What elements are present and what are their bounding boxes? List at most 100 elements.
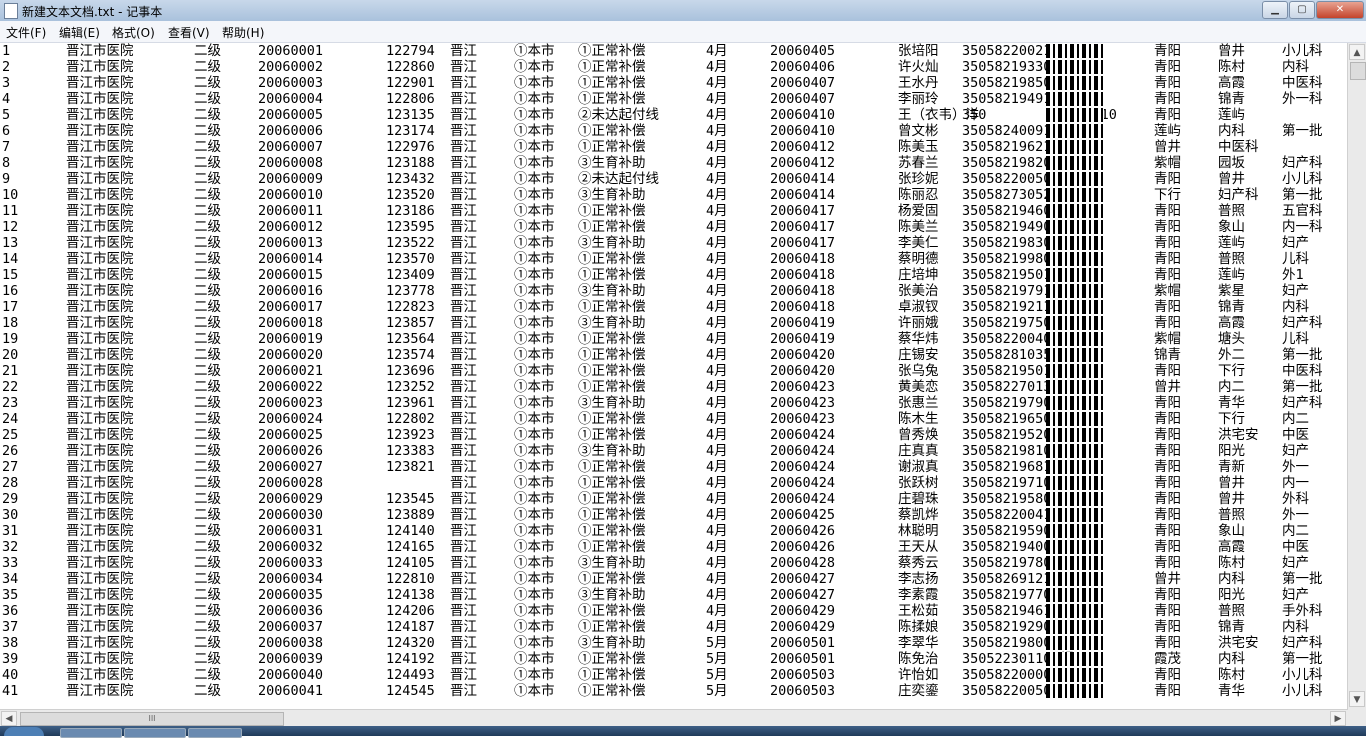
text-cell: 14 (2, 251, 19, 267)
text-cell: 20060419 (770, 315, 836, 331)
text-cell: 晋江市医院 (66, 379, 134, 395)
text-cell: 35058219810 (962, 443, 1052, 459)
redacted-block (1046, 492, 1104, 506)
text-cell: 青阳 (1154, 395, 1181, 411)
text-cell: 35058219650 (962, 411, 1052, 427)
start-button-icon[interactable] (4, 727, 44, 736)
text-cell: 林聪明 (898, 523, 939, 539)
text-cell: 内科 (1282, 619, 1309, 635)
text-cell: 普照 (1218, 507, 1245, 523)
text-cell: 青阳 (1154, 475, 1181, 491)
text-cell: 二级 (194, 635, 221, 651)
text-cell: 曾井 (1218, 171, 1245, 187)
text-cell: ①本市 (514, 523, 555, 539)
text-cell: 青阳 (1154, 683, 1181, 699)
text-cell: 曾井 (1154, 379, 1181, 395)
vertical-scrollbar[interactable]: ▲ ▼ (1347, 43, 1366, 709)
text-line: 11 晋江市医院 二级 20060011 123186 晋江 ①本市 ①正常补偿 4月 20060… (0, 203, 1348, 219)
text-cell: 莲屿 (1154, 123, 1181, 139)
text-cell: 晋江市医院 (66, 683, 134, 699)
text-cell: 庄锡安 (898, 347, 939, 363)
text-cell: 晋江 (450, 635, 477, 651)
text-cell: 晋江市医院 (66, 587, 134, 603)
maximize-button[interactable]: ▢ (1289, 1, 1315, 19)
text-cell: 儿科 (1282, 331, 1309, 347)
text-cell: 35058219850 (962, 75, 1052, 91)
redacted-block (1046, 60, 1104, 74)
redacted-block (1046, 524, 1104, 538)
text-cell: 123188 (386, 155, 435, 171)
text-editor-area[interactable]: 1 晋江市医院 二级 20060001 122794 晋江 ①本市 ①正常补偿 4月 200604… (0, 43, 1348, 709)
scroll-down-icon[interactable]: ▼ (1349, 691, 1365, 707)
text-cell: 5月 (706, 667, 728, 683)
text-cell: 124140 (386, 523, 435, 539)
text-cell: 26 (2, 443, 19, 459)
text-cell: 青阳 (1154, 203, 1181, 219)
taskbar-app-3[interactable] (188, 728, 242, 738)
text-cell: 二级 (194, 139, 221, 155)
text-cell: 晋江 (450, 123, 477, 139)
text-line: 15 晋江市医院 二级 20060015 123409 晋江 ①本市 ①正常补偿 4月 20060… (0, 267, 1348, 283)
menu-view[interactable]: 查看(V) (168, 24, 210, 41)
text-cell: 20060034 (258, 571, 324, 587)
horizontal-scrollbar[interactable]: ◀ III ▶ (0, 709, 1348, 727)
text-cell: 5月 (706, 635, 728, 651)
horizontal-scroll-thumb[interactable]: III (20, 712, 284, 726)
text-cell: ①本市 (514, 43, 555, 59)
text-cell: 4月 (706, 571, 728, 587)
text-cell: 20060021 (258, 363, 324, 379)
text-cell: 4月 (706, 507, 728, 523)
text-cell: 杨爱固 (898, 203, 939, 219)
text-cell: ①本市 (514, 651, 555, 667)
text-cell: 晋江市医院 (66, 91, 134, 107)
text-cell: 20060420 (770, 363, 836, 379)
text-cell: 35058219290 (962, 619, 1052, 635)
scroll-right-icon[interactable]: ▶ (1330, 711, 1346, 726)
text-cell: 晋江市医院 (66, 43, 134, 59)
redacted-block (1046, 556, 1104, 570)
text-cell: ①本市 (514, 123, 555, 139)
text-cell: 青阳 (1154, 267, 1181, 283)
close-button[interactable]: ✕ (1316, 1, 1364, 19)
text-cell: ①正常补偿 (578, 603, 646, 619)
notepad-icon (4, 3, 18, 19)
text-cell: 20060024 (258, 411, 324, 427)
text-cell: 陈村 (1218, 59, 1245, 75)
text-cell: 第一批 (1282, 379, 1323, 395)
text-cell: 晋江 (450, 427, 477, 443)
scroll-up-icon[interactable]: ▲ (1349, 44, 1365, 60)
text-cell: ③生育补助 (578, 155, 646, 171)
menu-edit[interactable]: 编辑(E) (59, 24, 100, 41)
text-cell: 锦青 (1218, 619, 1245, 635)
redacted-block (1046, 444, 1104, 458)
vertical-scroll-thumb[interactable] (1350, 62, 1366, 80)
scroll-left-icon[interactable]: ◀ (1, 711, 17, 726)
menu-file[interactable]: 文件(F) (6, 24, 46, 41)
text-cell: 20060020 (258, 347, 324, 363)
minimize-button[interactable]: ▁ (1262, 1, 1288, 19)
text-cell: 青阳 (1154, 59, 1181, 75)
text-cell: 35058219800 (962, 635, 1052, 651)
text-cell: ①本市 (514, 219, 555, 235)
menu-help[interactable]: 帮助(H) (222, 24, 264, 41)
text-cell: 18 (2, 315, 19, 331)
text-cell: ①本市 (514, 331, 555, 347)
text-cell: ③生育补助 (578, 235, 646, 251)
text-cell: 二级 (194, 315, 221, 331)
text-cell: 外科 (1282, 491, 1309, 507)
taskbar-app-1[interactable] (60, 728, 122, 738)
text-cell: 王水丹 (898, 75, 939, 91)
text-cell: 许怡如 (898, 667, 939, 683)
text-cell: 4月 (706, 315, 728, 331)
text-cell: 二级 (194, 571, 221, 587)
text-cell: ①本市 (514, 139, 555, 155)
text-cell: 35058219491 (962, 91, 1052, 107)
taskbar-app-2[interactable] (124, 728, 186, 738)
redacted-block (1046, 508, 1104, 522)
text-cell: 二级 (194, 491, 221, 507)
text-cell: 20060035 (258, 587, 324, 603)
text-cell: 35058220000 (962, 667, 1052, 683)
menu-format[interactable]: 格式(O) (112, 24, 155, 41)
text-cell: 晋江 (450, 587, 477, 603)
text-cell: 晋江 (450, 539, 477, 555)
